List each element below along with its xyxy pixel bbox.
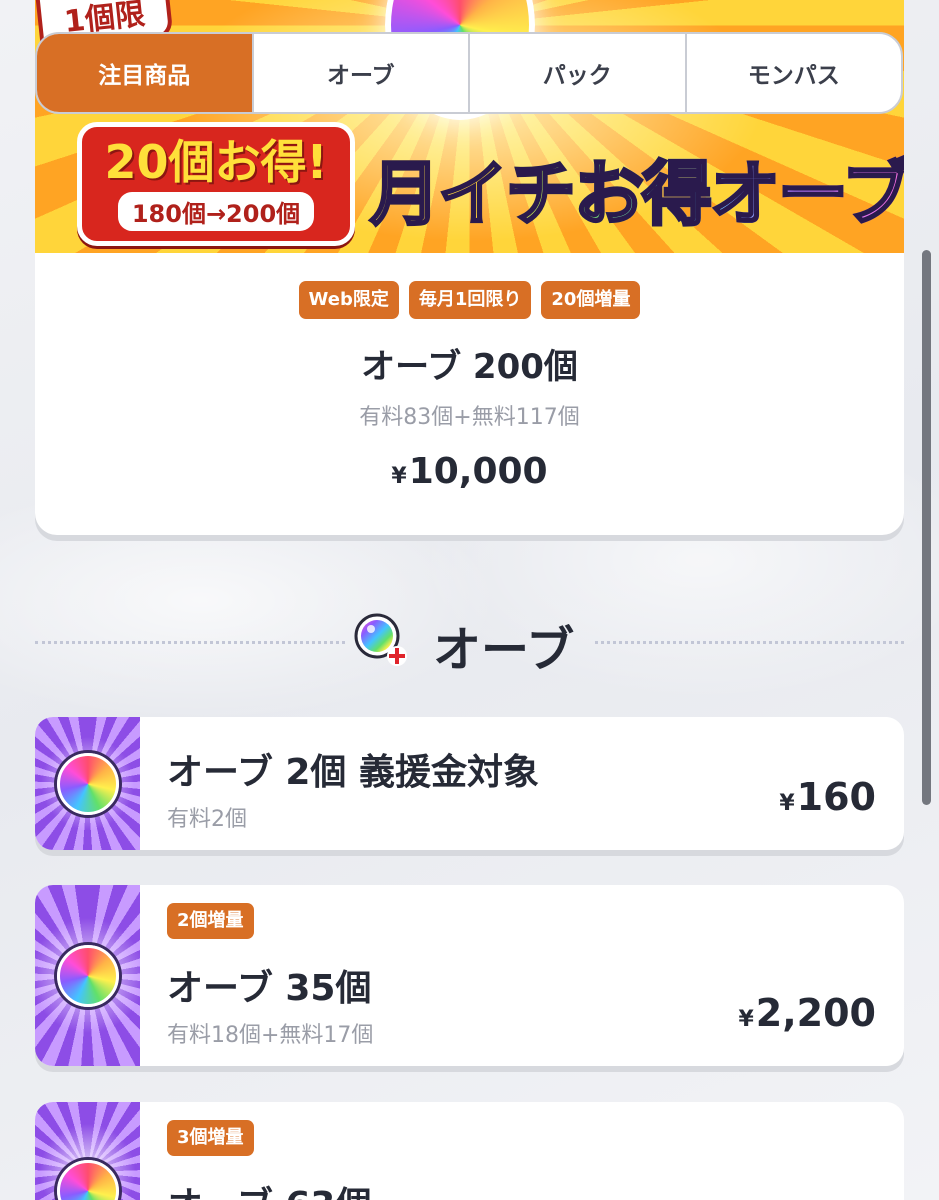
tag-bonus-amount: 20個増量	[541, 281, 641, 319]
product-item-orb-2[interactable]: オーブ 2個 義援金対象 有料2個 ¥160	[35, 717, 904, 850]
currency-symbol: ¥	[779, 791, 795, 816]
product-bonus-tag: 2個増量	[167, 903, 254, 939]
price-value: 10,000	[408, 451, 548, 492]
featured-product-name: オーブ 200個	[361, 347, 578, 387]
product-name: オーブ 2個 義援金対象	[167, 752, 539, 793]
orb-icon	[57, 945, 119, 1007]
product-item-orb-63[interactable]: 3個増量 オーブ 63個	[35, 1102, 904, 1200]
featured-product-card[interactable]: Web限定 毎月1回限り 20個増量 オーブ 200個 有料83個+無料117個…	[35, 253, 904, 535]
featured-product-breakdown: 有料83個+無料117個	[359, 405, 580, 430]
currency-symbol: ¥	[391, 464, 407, 489]
promo-bonus-badge: 20個お得! 180個→200個	[77, 122, 355, 246]
featured-tag-row: Web限定 毎月1回限り 20個増量	[35, 281, 904, 319]
featured-product-price: ¥10,000	[35, 451, 904, 492]
promo-bonus-text: 20個お得!	[104, 135, 328, 190]
section-header-orb: オーブ	[35, 610, 904, 678]
promo-title: 月イチお得オーブ	[369, 138, 904, 239]
tab-orb[interactable]: オーブ	[251, 34, 469, 112]
product-breakdown: 有料2個	[167, 807, 247, 832]
product-name: オーブ 35個	[167, 968, 372, 1009]
price-value: 160	[796, 775, 876, 819]
tag-monthly-once: 毎月1回限り	[408, 281, 532, 319]
orb-icon	[57, 753, 119, 815]
currency-symbol: ¥	[738, 1007, 754, 1032]
divider-right	[595, 641, 904, 644]
promo-change-text: 180個→200個	[117, 191, 315, 231]
product-item-orb-35[interactable]: 2個増量 オーブ 35個 有料18個+無料17個 ¥2,200	[35, 885, 904, 1066]
product-breakdown: 有料18個+無料17個	[167, 1023, 374, 1048]
section-title: オーブ	[433, 622, 575, 678]
product-price: ¥2,200	[738, 991, 876, 1035]
product-price: ¥160	[779, 775, 876, 819]
scrollbar[interactable]	[922, 250, 931, 805]
divider-left	[35, 641, 345, 644]
product-bonus-tag: 3個増量	[167, 1120, 254, 1156]
tag-web-limited: Web限定	[298, 281, 399, 319]
price-value: 2,200	[755, 991, 876, 1035]
tab-monpass[interactable]: モンパス	[684, 34, 902, 112]
tab-pack[interactable]: パック	[468, 34, 685, 112]
tab-featured[interactable]: 注目商品	[37, 34, 252, 112]
product-name: オーブ 63個	[167, 1176, 371, 1200]
orb-plus-icon	[354, 613, 407, 666]
category-tabs: 注目商品 オーブ パック モンパス	[35, 32, 903, 114]
